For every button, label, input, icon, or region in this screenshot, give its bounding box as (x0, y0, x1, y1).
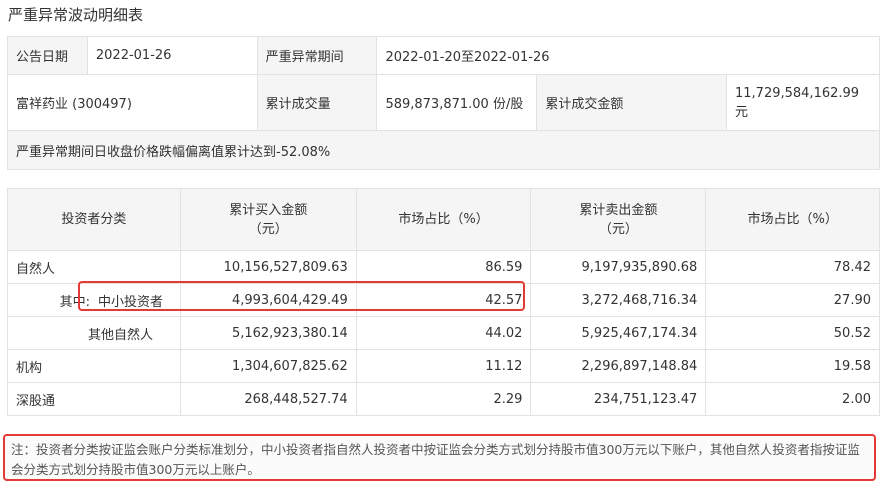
announce-date-label: 公告日期 (7, 36, 88, 75)
row-category: 机构 (7, 349, 181, 383)
row-sell: 234,751,123.47 (530, 382, 707, 416)
row-sell: 9,197,935,890.68 (530, 250, 707, 284)
row-buy-pct: 11.12 (355, 349, 532, 383)
row-sell-pct: 78.42 (705, 250, 880, 284)
header-sell-amount: 累计卖出金额 （元） (530, 188, 707, 251)
row-buy: 268,448,527.74 (179, 382, 357, 416)
announce-date-value: 2022-01-26 (86, 36, 258, 75)
row-buy: 1,304,607,825.62 (179, 349, 357, 383)
page-title: 严重异常波动明细表 (8, 6, 144, 24)
row-sell: 2,296,897,148.84 (530, 349, 707, 383)
row-sell-pct: 2.00 (705, 382, 880, 416)
header-buy-pct: 市场占比（%） (355, 188, 532, 251)
period-value: 2022-01-20至2022-01-26 (376, 36, 880, 75)
volume-label: 累计成交量 (256, 74, 378, 131)
table-row: 自然人 10,156,527,809.63 86.59 9,197,935,89… (7, 250, 880, 284)
stock-name: 富祥药业 (300497) (7, 74, 258, 131)
amount-label: 累计成交金额 (536, 74, 727, 131)
row-buy-pct: 44.02 (355, 316, 532, 350)
header-buy-amount: 累计买入金额 （元） (179, 188, 357, 251)
volume-value: 589,873,871.00 份/股 (376, 74, 538, 131)
info-table: 公告日期 2022-01-26 严重异常期间 2022-01-20至2022-0… (7, 36, 880, 170)
row-buy: 5,162,923,380.14 (179, 316, 357, 350)
row-category: 深股通 (7, 382, 181, 416)
header-category: 投资者分类 (7, 188, 181, 251)
table-row: 其他自然人 5,162,923,380.14 44.02 5,925,467,1… (7, 316, 880, 350)
row-buy: 4,993,604,429.49 (179, 283, 357, 317)
row-sell-pct: 27.90 (705, 283, 880, 317)
row-category: 其他自然人 (7, 316, 181, 350)
footnote: 注：投资者分类按证监会账户分类标准划分，中小投资者指自然人投资者中按证监会分类方… (3, 434, 876, 481)
row-buy: 10,156,527,809.63 (179, 250, 357, 284)
table-row: 机构 1,304,607,825.62 11.12 2,296,897,148.… (7, 349, 880, 383)
header-sell-pct: 市场占比（%） (705, 188, 880, 251)
table-row: 其中: 中小投资者 4,993,604,429.49 42.57 3,272,46… (7, 283, 880, 317)
investor-stats-table: 投资者分类 累计买入金额 （元） 市场占比（%） 累计卖出金额 （元） 市场占比… (7, 188, 880, 416)
row-sell-pct: 50.52 (705, 316, 880, 350)
row-buy-pct: 86.59 (355, 250, 532, 284)
amount-value: 11,729,584,162.99 元 (726, 74, 880, 131)
row-buy-pct: 2.29 (355, 382, 532, 416)
row-category: 其中: 中小投资者 (7, 283, 181, 317)
row-prefix: 其中: (59, 294, 90, 310)
deviation-text: 严重异常期间日收盘价格跌幅偏离值累计达到-52.08% (7, 130, 880, 170)
row-buy-pct: 42.57 (355, 283, 532, 317)
period-label: 严重异常期间 (256, 36, 378, 75)
table-row: 深股通 268,448,527.74 2.29 234,751,123.47 2… (7, 382, 880, 416)
row-category: 自然人 (7, 250, 181, 284)
row-sell: 5,925,467,174.34 (530, 316, 707, 350)
row-sell: 3,272,468,716.34 (530, 283, 707, 317)
row-sell-pct: 19.58 (705, 349, 880, 383)
